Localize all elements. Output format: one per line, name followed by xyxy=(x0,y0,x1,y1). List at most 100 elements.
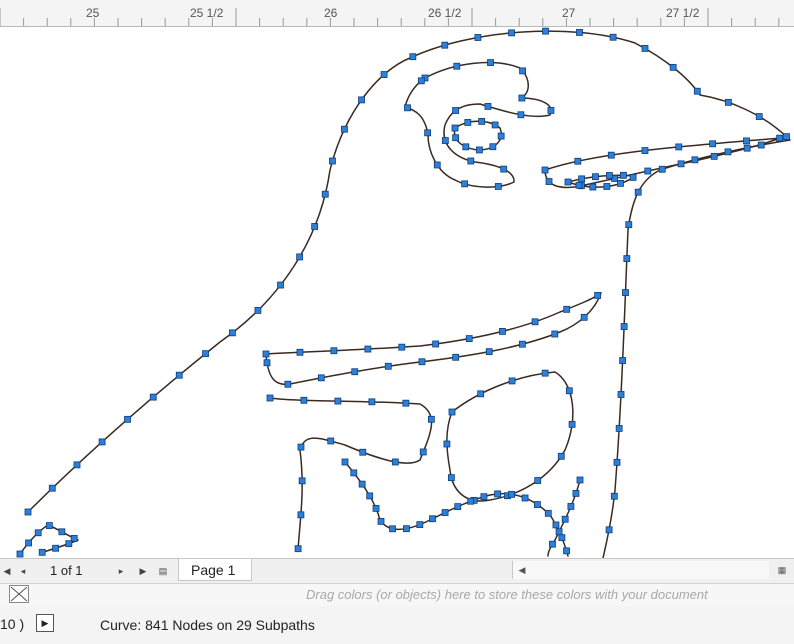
curve-node[interactable] xyxy=(519,67,526,75)
curve-node[interactable] xyxy=(447,474,455,482)
curve-node[interactable] xyxy=(24,508,32,516)
curve-node[interactable] xyxy=(489,143,497,151)
curve-node[interactable] xyxy=(480,493,488,501)
curve-node[interactable] xyxy=(404,104,411,112)
curve-node[interactable] xyxy=(462,143,470,151)
curve-node[interactable] xyxy=(321,190,329,198)
curve-node[interactable] xyxy=(580,313,588,321)
curve-node[interactable] xyxy=(508,29,515,37)
curve-node[interactable] xyxy=(675,143,683,151)
curve-node[interactable] xyxy=(724,98,732,106)
curve-node[interactable] xyxy=(568,420,576,428)
curve-node[interactable] xyxy=(594,291,602,299)
curve-node[interactable] xyxy=(487,59,494,66)
curve-nodes[interactable] xyxy=(16,27,790,558)
curve-node[interactable] xyxy=(441,509,449,516)
curve-node[interactable] xyxy=(494,183,502,190)
curve-node[interactable] xyxy=(461,180,469,188)
curve-node[interactable] xyxy=(620,171,627,179)
curve-node[interactable] xyxy=(567,503,575,510)
curve-node[interactable] xyxy=(552,521,560,529)
curve-node[interactable] xyxy=(533,501,541,508)
curve-node[interactable] xyxy=(622,289,629,296)
curve-node[interactable] xyxy=(477,390,485,398)
curve-node[interactable] xyxy=(521,494,529,502)
curve-node[interactable] xyxy=(403,525,410,533)
curve-node[interactable] xyxy=(297,443,305,451)
curve-node[interactable] xyxy=(98,438,106,446)
curve-node[interactable] xyxy=(755,113,763,120)
curve-node[interactable] xyxy=(776,134,784,142)
curve-node[interactable] xyxy=(478,117,486,125)
curve-node[interactable] xyxy=(641,45,649,52)
curve-node[interactable] xyxy=(73,461,81,469)
curve-node[interactable] xyxy=(710,152,718,160)
bird-curve-drawing[interactable] xyxy=(0,27,794,558)
curve-node[interactable] xyxy=(441,137,449,144)
curve-node[interactable] xyxy=(518,94,526,102)
curve-node[interactable] xyxy=(576,476,584,484)
curve-node[interactable] xyxy=(452,134,460,142)
curve-node[interactable] xyxy=(531,318,539,326)
curve-node[interactable] xyxy=(277,281,284,289)
curve-node[interactable] xyxy=(644,167,652,175)
curve-node[interactable] xyxy=(380,71,388,78)
curve-node[interactable] xyxy=(464,119,472,126)
horizontal-ruler[interactable]: 25 25 1/2 26 26 1/2 27 27 1/2 xyxy=(0,0,794,27)
curve-node[interactable] xyxy=(544,509,552,517)
curve-node[interactable] xyxy=(623,255,631,262)
horizontal-scrollbar[interactable] xyxy=(512,561,769,579)
curve-node[interactable] xyxy=(417,77,425,85)
curve-node[interactable] xyxy=(465,335,473,342)
curve-node[interactable] xyxy=(124,415,131,423)
curve-node[interactable] xyxy=(603,183,611,190)
last-page-icon[interactable]: ▶ xyxy=(136,563,150,579)
curve-node[interactable] xyxy=(402,399,410,407)
curve-node[interactable] xyxy=(453,62,461,70)
curve-node[interactable] xyxy=(34,529,42,537)
curve-node[interactable] xyxy=(229,329,236,337)
curve-node[interactable] xyxy=(677,160,685,168)
curve-node[interactable] xyxy=(615,425,623,432)
curve-node[interactable] xyxy=(743,144,751,152)
curve-node[interactable] xyxy=(296,253,304,261)
previous-page-icon[interactable]: ◂ xyxy=(16,563,30,579)
curve-node[interactable] xyxy=(298,477,306,485)
curve-node[interactable] xyxy=(443,440,451,448)
curve-node[interactable] xyxy=(341,458,349,466)
curve-node[interactable] xyxy=(266,394,274,402)
document-palette[interactable]: Drag colors (or objects) here to store t… xyxy=(0,583,794,607)
curve-node[interactable] xyxy=(606,172,613,179)
curve-node[interactable] xyxy=(669,63,677,71)
tab-page-1[interactable]: Page 1 xyxy=(178,559,252,581)
curve-node[interactable] xyxy=(575,181,583,189)
curve-node[interactable] xyxy=(609,33,617,41)
curve-node[interactable] xyxy=(625,221,633,229)
curve-node[interactable] xyxy=(452,107,459,114)
curve-node[interactable] xyxy=(389,525,396,533)
curve-node[interactable] xyxy=(327,437,335,445)
curve-node[interactable] xyxy=(508,490,515,498)
curve-node[interactable] xyxy=(451,124,459,132)
curve-node[interactable] xyxy=(485,348,493,356)
curve-node[interactable] xyxy=(58,528,66,536)
curve-node[interactable] xyxy=(547,107,555,114)
curve-node[interactable] xyxy=(558,534,566,542)
curve-node[interactable] xyxy=(541,369,549,377)
curve-node[interactable] xyxy=(617,391,625,398)
curve-node[interactable] xyxy=(351,368,359,376)
curve-node[interactable] xyxy=(508,377,516,385)
curve-node[interactable] xyxy=(368,398,376,406)
curve-node[interactable] xyxy=(254,307,262,314)
curve-node[interactable] xyxy=(500,165,508,173)
curve-node[interactable] xyxy=(542,27,549,35)
curve-node[interactable] xyxy=(783,133,790,141)
curve-node[interactable] xyxy=(574,157,582,165)
curve-node[interactable] xyxy=(311,223,319,230)
curve-node[interactable] xyxy=(475,146,483,154)
curve-node[interactable] xyxy=(424,129,432,137)
curve-node[interactable] xyxy=(372,504,380,512)
curve-node[interactable] xyxy=(52,544,59,552)
curve-node[interactable] xyxy=(433,161,441,169)
curve-node[interactable] xyxy=(409,53,417,61)
